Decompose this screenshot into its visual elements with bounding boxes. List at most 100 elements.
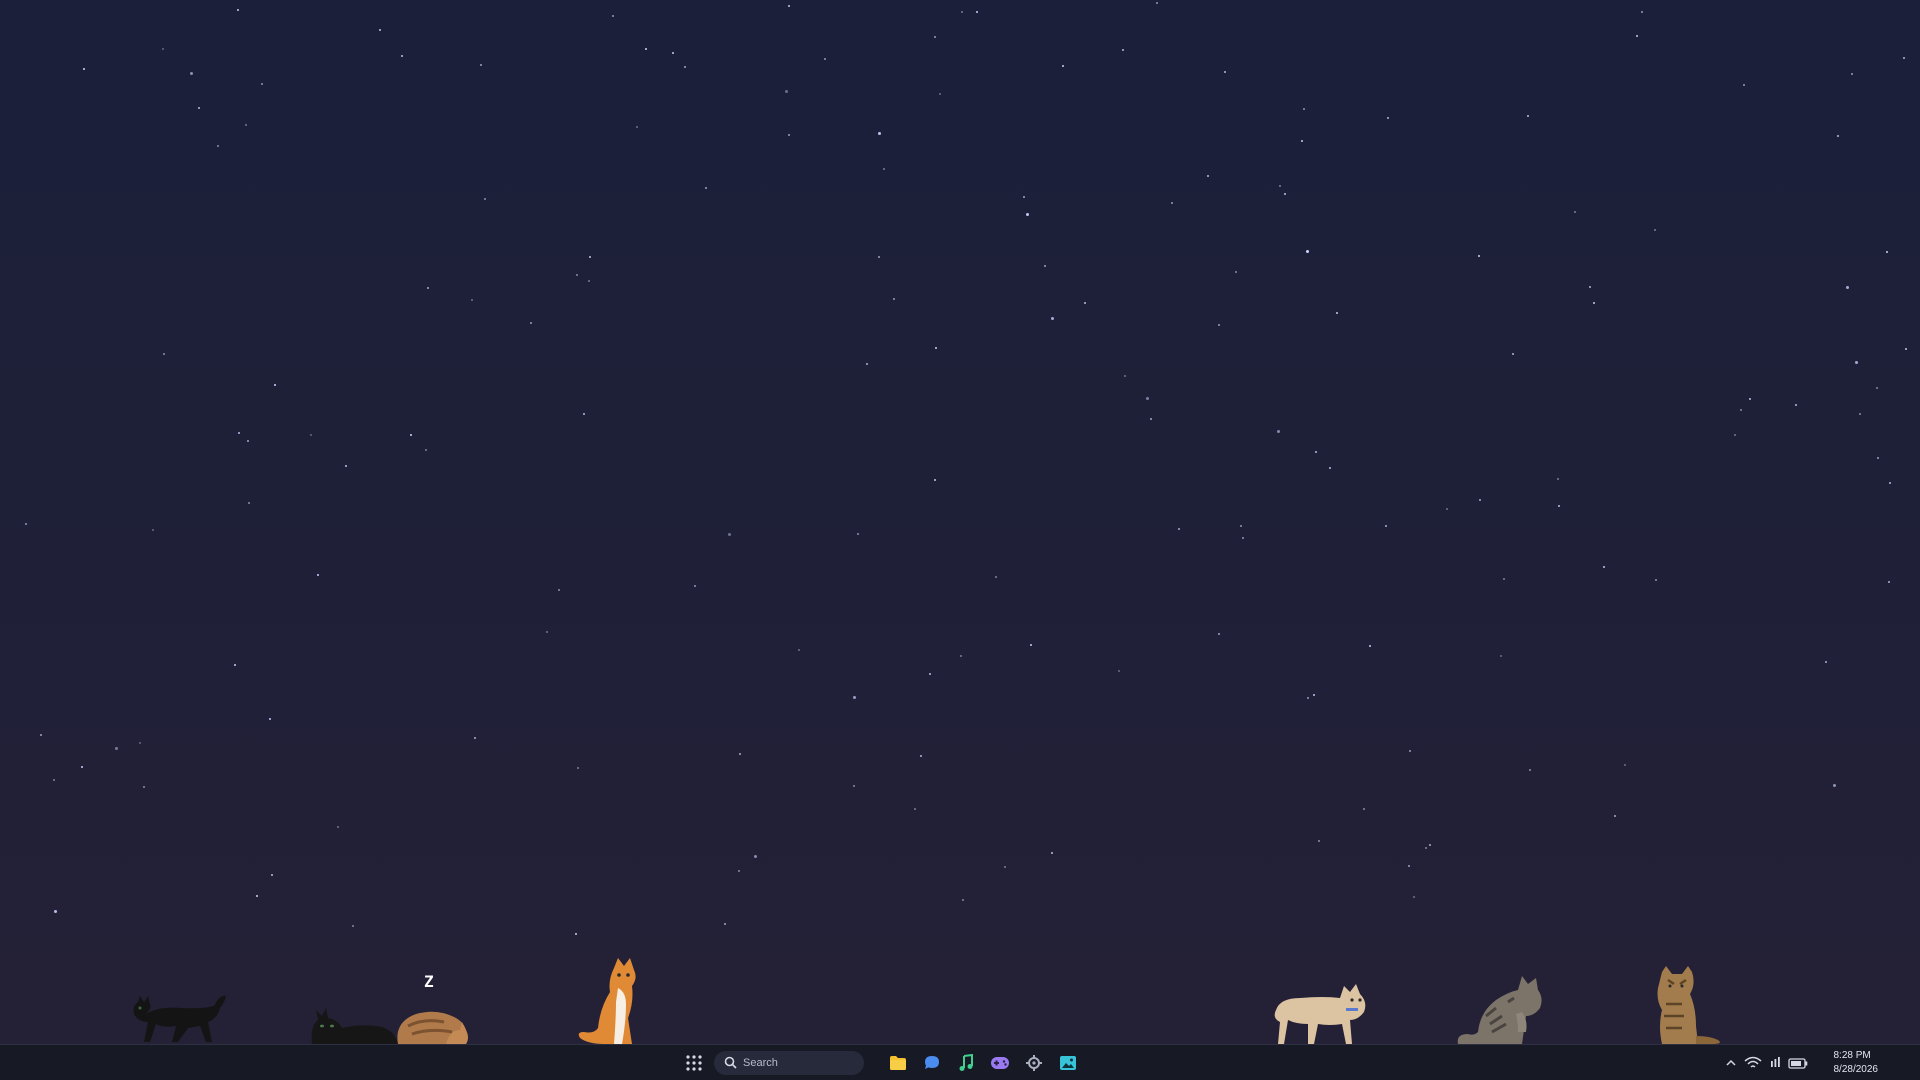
star bbox=[1279, 185, 1281, 187]
star bbox=[577, 767, 579, 769]
star bbox=[1529, 769, 1531, 771]
star bbox=[198, 107, 200, 109]
network-button[interactable] bbox=[1744, 1053, 1762, 1073]
desktop: Z bbox=[0, 0, 1920, 1044]
black-cat-walking[interactable] bbox=[128, 988, 232, 1044]
star bbox=[1051, 317, 1054, 320]
search-icon bbox=[724, 1056, 737, 1069]
star bbox=[1574, 211, 1576, 213]
app-messages-button[interactable] bbox=[918, 1049, 946, 1077]
star bbox=[256, 895, 258, 897]
star bbox=[1150, 418, 1152, 420]
star bbox=[1503, 578, 1505, 580]
star bbox=[217, 145, 219, 147]
star bbox=[401, 55, 403, 57]
star bbox=[1284, 193, 1286, 195]
clock-date: 8/28/2026 bbox=[1833, 1063, 1879, 1075]
star bbox=[190, 72, 193, 75]
orange-cat-sitting[interactable] bbox=[574, 958, 644, 1044]
star bbox=[583, 413, 585, 415]
star bbox=[920, 755, 922, 757]
star bbox=[1886, 251, 1888, 253]
star bbox=[1207, 175, 1209, 177]
star bbox=[237, 9, 239, 11]
star bbox=[1795, 404, 1797, 406]
star bbox=[1851, 73, 1853, 75]
gamepad-icon bbox=[991, 1056, 1009, 1069]
star bbox=[425, 449, 427, 451]
star bbox=[724, 923, 726, 925]
star bbox=[929, 673, 931, 675]
star bbox=[247, 440, 249, 442]
star bbox=[1409, 750, 1411, 752]
star bbox=[1242, 537, 1244, 539]
star bbox=[1846, 286, 1849, 289]
star bbox=[1413, 896, 1415, 898]
star bbox=[853, 785, 855, 787]
star bbox=[558, 589, 560, 591]
star bbox=[139, 742, 141, 744]
star bbox=[530, 322, 532, 324]
star bbox=[1218, 633, 1220, 635]
folder-icon bbox=[890, 1055, 906, 1070]
brown-cat-sleeping[interactable] bbox=[394, 1004, 470, 1044]
star bbox=[1218, 324, 1220, 326]
star bbox=[1636, 35, 1638, 37]
star bbox=[1026, 213, 1029, 216]
star bbox=[883, 168, 885, 170]
tabby-cat-grooming[interactable] bbox=[1456, 972, 1550, 1044]
star bbox=[1589, 286, 1591, 288]
app-files-button[interactable] bbox=[884, 1049, 912, 1077]
star bbox=[1084, 302, 1086, 304]
star bbox=[788, 5, 790, 7]
battery-button[interactable] bbox=[1787, 1053, 1808, 1073]
star bbox=[248, 502, 250, 504]
volume-button[interactable] bbox=[1770, 1053, 1780, 1073]
star bbox=[914, 808, 916, 810]
app-settings-button[interactable] bbox=[1020, 1049, 1048, 1077]
star bbox=[238, 432, 240, 434]
star bbox=[705, 187, 707, 189]
show-hidden-icons-button[interactable] bbox=[1725, 1053, 1736, 1073]
star bbox=[1603, 566, 1605, 568]
star bbox=[588, 280, 590, 282]
app-games-button[interactable] bbox=[986, 1049, 1014, 1077]
music-note-icon bbox=[959, 1053, 973, 1071]
star bbox=[1023, 196, 1025, 198]
app-launcher-button[interactable] bbox=[680, 1049, 708, 1077]
brown-tabby-cat-sitting[interactable] bbox=[1652, 966, 1728, 1044]
star bbox=[1387, 117, 1389, 119]
star bbox=[934, 36, 936, 38]
star bbox=[234, 664, 236, 666]
star bbox=[694, 585, 696, 587]
star bbox=[143, 786, 145, 788]
star bbox=[1004, 866, 1006, 868]
star bbox=[1749, 398, 1751, 400]
star bbox=[115, 747, 118, 750]
star bbox=[672, 52, 674, 54]
star bbox=[1825, 661, 1827, 663]
star bbox=[410, 434, 412, 436]
app-grid-icon bbox=[686, 1054, 702, 1071]
wifi-icon bbox=[1744, 1056, 1761, 1068]
app-photos-button[interactable] bbox=[1054, 1049, 1082, 1077]
star bbox=[1146, 397, 1149, 400]
star bbox=[1889, 482, 1891, 484]
star bbox=[310, 434, 312, 436]
star bbox=[1363, 808, 1365, 810]
app-music-button[interactable] bbox=[952, 1049, 980, 1077]
black-cat-lying[interactable] bbox=[308, 1002, 402, 1044]
clock[interactable]: 8:28 PM 8/28/2026 bbox=[1834, 1049, 1879, 1077]
search-placeholder: Search bbox=[743, 1056, 778, 1069]
star bbox=[1408, 865, 1410, 867]
star bbox=[1122, 49, 1124, 51]
volume-icon bbox=[1770, 1056, 1780, 1067]
star bbox=[317, 574, 319, 576]
cream-cat-walking[interactable] bbox=[1270, 980, 1370, 1044]
star bbox=[684, 66, 686, 68]
star bbox=[480, 64, 482, 66]
star bbox=[1318, 840, 1320, 842]
star bbox=[1500, 655, 1502, 657]
search-box[interactable]: Search bbox=[714, 1050, 864, 1075]
star bbox=[1044, 265, 1046, 267]
